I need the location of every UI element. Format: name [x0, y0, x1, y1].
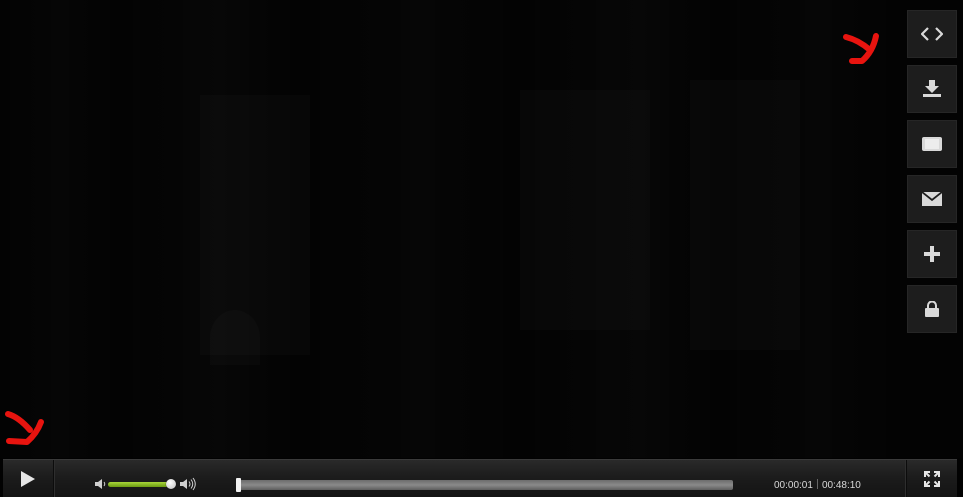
- time-display: 00:00:01 00:48:10: [774, 479, 861, 493]
- volume-up-icon[interactable]: [180, 477, 198, 491]
- video-frame[interactable]: [0, 0, 963, 458]
- video-player[interactable]: 00:00:01 00:48:10: [0, 0, 963, 497]
- download-button[interactable]: [907, 65, 957, 113]
- volume-slider[interactable]: [108, 479, 176, 489]
- seek-bar[interactable]: [236, 478, 733, 492]
- lock-icon: [925, 301, 939, 317]
- fullscreen-icon: [924, 470, 940, 487]
- volume-knob[interactable]: [166, 479, 176, 489]
- total-duration: 00:48:10: [821, 480, 861, 491]
- video-shadow-shape: [210, 310, 260, 365]
- add-button[interactable]: [907, 230, 957, 278]
- download-icon: [923, 80, 941, 97]
- video-shadow-shape: [520, 90, 650, 330]
- time-separator: [816, 479, 818, 489]
- video-shadow-shape: [200, 95, 310, 355]
- volume-level-fill: [108, 482, 171, 487]
- theater-button[interactable]: [907, 120, 957, 168]
- code-brackets-icon: [921, 27, 943, 41]
- fullscreen-button[interactable]: [906, 460, 957, 497]
- plus-icon: [924, 246, 940, 262]
- control-bar: 00:00:01 00:48:10: [3, 459, 957, 497]
- play-button[interactable]: [3, 460, 54, 497]
- embed-button[interactable]: [907, 10, 957, 58]
- lock-button[interactable]: [907, 285, 957, 333]
- play-icon: [21, 470, 35, 487]
- email-button[interactable]: [907, 175, 957, 223]
- annotation-arrow-bottom: [5, 411, 44, 445]
- widescreen-icon: [922, 137, 942, 151]
- video-shadow-shape: [690, 80, 800, 350]
- volume-down-icon[interactable]: [95, 478, 107, 490]
- seek-handle[interactable]: [236, 478, 241, 492]
- annotation-arrow-top: [843, 33, 879, 64]
- envelope-icon: [922, 192, 942, 206]
- current-time: 00:00:01: [774, 480, 813, 491]
